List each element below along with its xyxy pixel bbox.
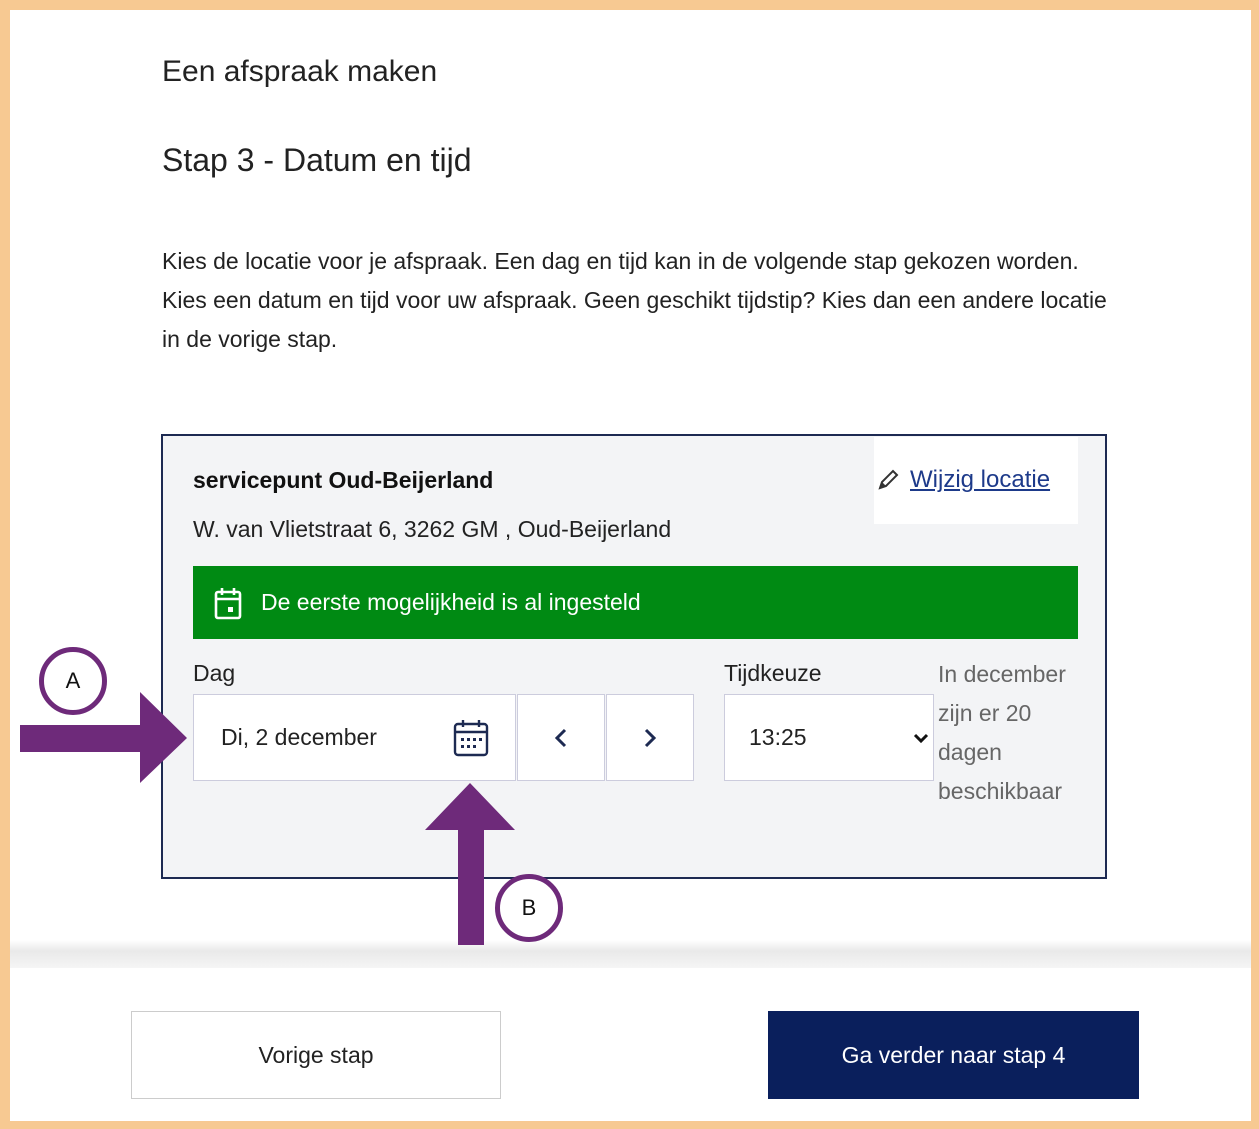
- arrow-a: [20, 692, 187, 783]
- annotation-arrows: [20, 692, 515, 945]
- annotation-b: B: [495, 874, 563, 942]
- annotation-a: A: [39, 647, 107, 715]
